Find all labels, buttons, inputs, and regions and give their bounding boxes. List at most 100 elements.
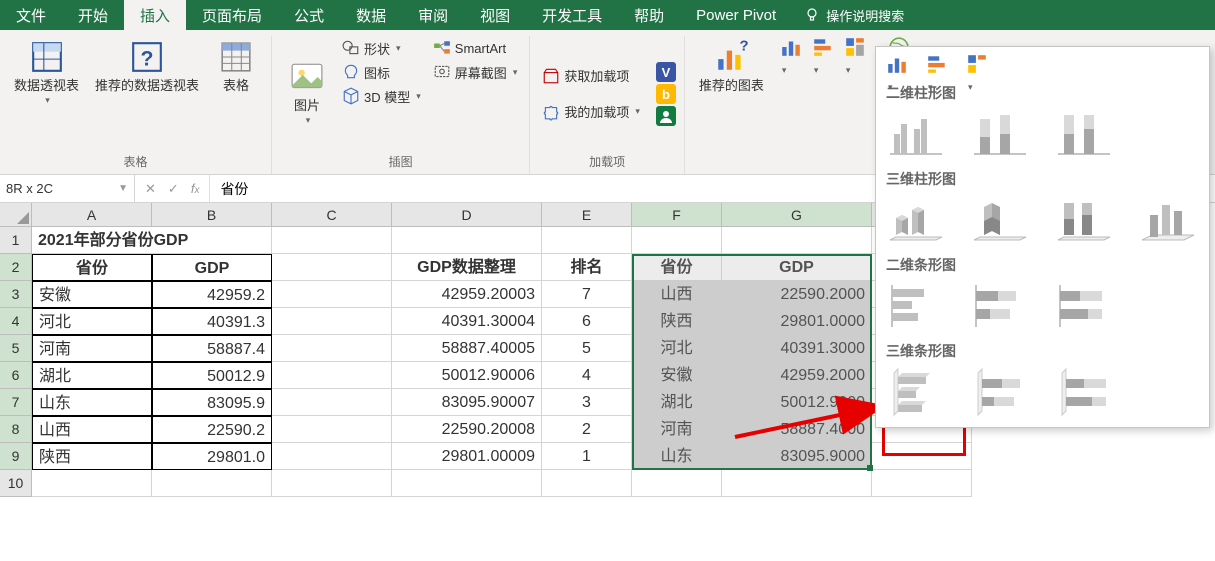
my-addins-button[interactable]: 我的加载项	[538, 100, 644, 124]
name-box[interactable]: 8R x 2C ▼	[0, 175, 135, 202]
row-header[interactable]: 9	[0, 443, 32, 470]
cell[interactable]: 安徽	[632, 362, 722, 389]
people-addin-icon[interactable]	[656, 106, 676, 126]
cell[interactable]	[272, 254, 392, 281]
cell[interactable]: 29801.0000	[722, 308, 872, 335]
cell[interactable]: 58887.40005	[392, 335, 542, 362]
clustered-bar-thumb[interactable]	[886, 281, 944, 331]
pivot-table-button[interactable]: 数据透视表	[8, 36, 85, 151]
tab-formulas[interactable]: 公式	[278, 0, 340, 30]
cell[interactable]: 58887.4000	[722, 416, 872, 443]
smartart-button[interactable]: SmartArt	[429, 36, 522, 60]
cell[interactable]: GDP数据整理	[392, 254, 542, 281]
col-header[interactable]: B	[152, 203, 272, 227]
row-header[interactable]: 1	[0, 227, 32, 254]
row-header[interactable]: 5	[0, 335, 32, 362]
cell[interactable]: 7	[542, 281, 632, 308]
cell[interactable]: 3	[542, 389, 632, 416]
shapes-button[interactable]: 形状	[338, 36, 425, 60]
cell[interactable]	[722, 470, 872, 497]
cell[interactable]: 29801.0	[152, 443, 272, 470]
3d-column-thumb[interactable]	[1138, 195, 1196, 245]
cell[interactable]: 湖北	[32, 362, 152, 389]
cell[interactable]: 陕西	[32, 443, 152, 470]
3d-clustered-bar-thumb[interactable]	[886, 367, 944, 417]
cell[interactable]	[32, 470, 152, 497]
cell[interactable]	[542, 227, 632, 254]
cell[interactable]: 29801.00009	[392, 443, 542, 470]
cell[interactable]: 2	[542, 416, 632, 443]
cell[interactable]: 省份	[32, 254, 152, 281]
3d-models-button[interactable]: 3D 模型	[338, 84, 425, 108]
cell[interactable]: 山西	[32, 416, 152, 443]
cell[interactable]: 4	[542, 362, 632, 389]
tab-home[interactable]: 开始	[62, 0, 124, 30]
cell[interactable]: 40391.3	[152, 308, 272, 335]
cell[interactable]	[272, 470, 392, 497]
tab-powerpivot[interactable]: Power Pivot	[680, 0, 792, 30]
cell[interactable]	[152, 470, 272, 497]
cell[interactable]: 陕西	[632, 308, 722, 335]
cell[interactable]	[272, 416, 392, 443]
cell[interactable]: 湖北	[632, 389, 722, 416]
col-header[interactable]: G	[722, 203, 872, 227]
3d-stacked-bar-thumb[interactable]	[970, 367, 1028, 417]
3d-stacked-column-thumb[interactable]	[970, 195, 1028, 245]
cell[interactable]	[632, 470, 722, 497]
col-header[interactable]: F	[632, 203, 722, 227]
cell[interactable]: 河南	[32, 335, 152, 362]
cell[interactable]: 58887.4	[152, 335, 272, 362]
cell[interactable]	[392, 470, 542, 497]
bar-chart-dropdown[interactable]	[812, 36, 834, 56]
recommended-pivot-button[interactable]: ? 推荐的数据透视表	[89, 36, 205, 151]
cell[interactable]: 河北	[632, 335, 722, 362]
col-header[interactable]: D	[392, 203, 542, 227]
col-header[interactable]: A	[32, 203, 152, 227]
cell[interactable]	[872, 443, 972, 470]
row-header[interactable]: 10	[0, 470, 32, 497]
tab-data[interactable]: 数据	[340, 0, 402, 30]
cell[interactable]: 50012.90006	[392, 362, 542, 389]
cell[interactable]: 83095.9	[152, 389, 272, 416]
cancel-formula-button[interactable]: ✕	[145, 181, 156, 197]
column-chart-dropdown-top[interactable]	[886, 53, 908, 73]
tab-file[interactable]: 文件	[0, 0, 62, 30]
cell[interactable]: 42959.2	[152, 281, 272, 308]
tab-review[interactable]: 审阅	[402, 0, 464, 30]
cell[interactable]	[632, 227, 722, 254]
cell[interactable]: 安徽	[32, 281, 152, 308]
cell[interactable]: 排名	[542, 254, 632, 281]
100pct-stacked-bar-thumb[interactable]	[1054, 281, 1112, 331]
cell[interactable]: GDP	[152, 254, 272, 281]
cell[interactable]	[542, 470, 632, 497]
row-header[interactable]: 4	[0, 308, 32, 335]
3d-clustered-column-thumb[interactable]	[886, 195, 944, 245]
cell[interactable]: 2021年部分省份GDP	[32, 227, 272, 254]
row-header[interactable]: 8	[0, 416, 32, 443]
cell[interactable]: 河南	[632, 416, 722, 443]
table-button[interactable]: 表格	[209, 36, 263, 151]
row-header[interactable]: 6	[0, 362, 32, 389]
picture-button[interactable]: 图片	[280, 36, 334, 151]
cell[interactable]: 5	[542, 335, 632, 362]
get-addins-button[interactable]: 获取加载项	[538, 64, 644, 88]
tell-me-search[interactable]: 操作说明搜索	[792, 0, 916, 30]
stacked-column-thumb[interactable]	[970, 109, 1028, 159]
cell[interactable]: 40391.30004	[392, 308, 542, 335]
cell[interactable]	[722, 227, 872, 254]
3d-100pct-stacked-column-thumb[interactable]	[1054, 195, 1112, 245]
cell[interactable]: 42959.2000	[722, 362, 872, 389]
cell[interactable]: 22590.20008	[392, 416, 542, 443]
visio-addin-icon[interactable]: V	[656, 62, 676, 82]
3d-100pct-stacked-bar-thumb[interactable]	[1054, 367, 1112, 417]
col-header[interactable]: C	[272, 203, 392, 227]
bar-chart-dropdown-top[interactable]	[926, 53, 948, 73]
icons-button[interactable]: 图标	[338, 60, 425, 84]
100pct-stacked-column-thumb[interactable]	[1054, 109, 1112, 159]
cell[interactable]: 山东	[32, 389, 152, 416]
cell[interactable]	[272, 281, 392, 308]
fx-button[interactable]: fx	[191, 181, 200, 196]
recommended-charts-button[interactable]: ? 推荐的图表	[693, 36, 770, 174]
confirm-formula-button[interactable]: ✓	[168, 181, 179, 197]
clustered-column-thumb[interactable]	[886, 109, 944, 159]
